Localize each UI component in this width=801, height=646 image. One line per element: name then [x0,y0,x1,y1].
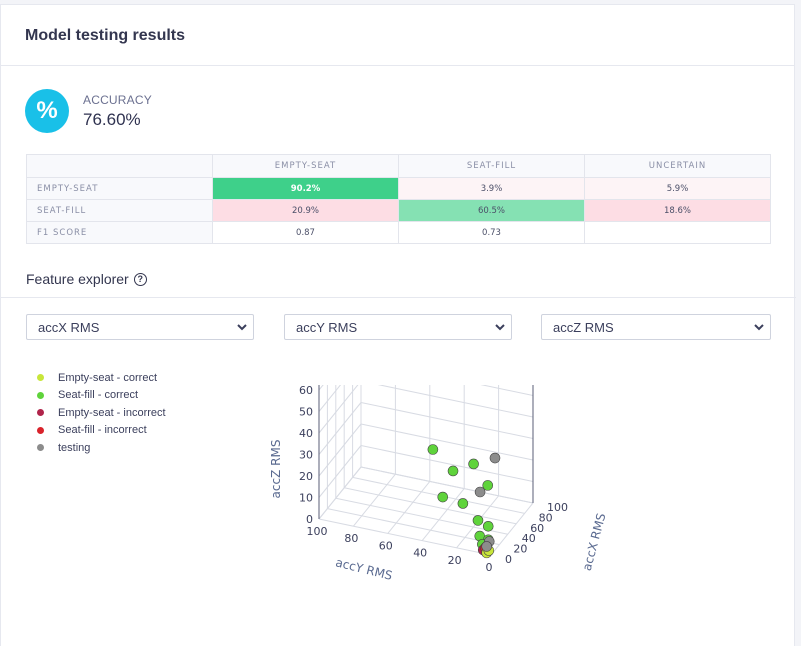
help-circle-icon[interactable]: ? [133,272,147,286]
data-point[interactable] [427,444,439,455]
data-point[interactable] [447,465,459,477]
tick-label: 100 [307,525,328,538]
legend-label: Seat-fill - incorrect [58,424,147,437]
table-row: F1 SCORE 0.87 0.73 [26,221,771,244]
x-axis-select[interactable]: accX RMS [26,314,254,340]
scatter-3d-plot[interactable]: 010203040506070100806040200020406080100 … [251,385,611,595]
accuracy-value: 76.60% [83,109,141,129]
data-point[interactable] [474,486,486,498]
legend-item[interactable]: Empty-seat - incorrect [37,404,166,422]
y-axis-title: accY RMS [334,555,394,583]
tick-label: 20 [299,470,313,483]
column-header: EMPTY-SEAT [212,154,399,178]
legend-marker [37,391,44,399]
f1-cell: 0.87 [212,221,399,244]
data-point[interactable] [437,491,449,503]
legend-label: Empty-seat - incorrect [58,406,166,419]
column-header: SEAT-FILL [398,154,585,178]
data-point[interactable] [457,498,469,509]
tick-label: 0 [486,561,493,574]
matrix-cell: 60.5% [398,199,585,222]
z-axis-select-value: accZ RMS [553,319,614,335]
y-axis-select[interactable]: accY RMS [284,314,512,340]
legend-marker [37,409,44,417]
tick-label: 50 [299,406,313,419]
legend-item[interactable]: testing [37,439,166,457]
matrix-cell: 20.9% [212,199,399,222]
tick-label: 60 [299,385,313,397]
grid-line [360,445,534,482]
data-point[interactable] [468,458,479,470]
table-row: EMPTY-SEAT 90.2% 3.9% 5.9% [26,177,771,200]
legend-label: Empty-seat - correct [58,371,158,384]
accuracy-label: ACCURACY [83,92,152,107]
data-point[interactable] [489,452,501,464]
tick-label: 10 [299,492,313,505]
legend-marker [37,426,44,434]
divider [1,297,796,298]
chevron-down-icon [754,324,764,331]
f1-cell [584,221,771,244]
row-header: EMPTY-SEAT [26,177,213,200]
data-point[interactable] [482,520,494,532]
grid-line [360,402,534,439]
legend-item[interactable]: Seat-fill - incorrect [37,422,166,440]
tick-label: 100 [547,501,568,514]
grid-line [318,423,362,477]
data-point[interactable] [481,541,492,552]
f1-cell: 0.73 [398,221,585,244]
feature-explorer-label: Feature explorer [26,271,129,287]
matrix-cell: 18.6% [584,199,771,222]
legend-item[interactable]: Empty-seat - correct [37,369,166,387]
plot-grid [318,385,534,556]
card-title: Model testing results [25,27,186,44]
legend-label: testing [58,441,91,454]
z-axis-select[interactable]: accZ RMS [541,314,771,340]
legend-marker [37,374,44,382]
plot-ticks: 010203040506070100806040200020406080100 [299,385,568,574]
grid-line [360,423,534,461]
x-axis-title: accX RMS [580,512,609,573]
z-axis-title: accZ RMS [269,440,283,499]
chevron-down-icon [495,324,505,331]
confusion-matrix: EMPTY-SEAT SEAT-FILL UNCERTAIN EMPTY-SEA… [26,154,771,244]
legend-marker [37,444,44,452]
table-row: SEAT-FILL 20.9% 60.5% 18.6% [26,199,771,222]
tick-label: 60 [379,539,393,552]
row-header: F1 SCORE [26,221,213,244]
tick-label: 30 [299,449,313,462]
y-axis-select-value: accY RMS [296,319,358,335]
column-header: UNCERTAIN [584,154,771,178]
grid-line [318,402,362,455]
x-axis-select-value: accX RMS [38,319,100,335]
corner-cell [26,154,213,178]
percent-icon: % [25,89,69,133]
accuracy-summary: % ACCURACY 76.60% [25,89,152,133]
matrix-cell: 5.9% [584,177,771,200]
data-point[interactable] [472,515,484,526]
tick-label: 40 [413,547,427,560]
grid-line [318,385,359,434]
card-header: Model testing results [1,5,794,66]
legend-label: Seat-fill - correct [58,389,139,402]
plot-legend: Empty-seat - correct Seat-fill - correct… [37,369,166,457]
model-testing-card: Model testing results % ACCURACY 76.60% … [0,4,796,646]
row-header: SEAT-FILL [26,199,213,222]
matrix-cell: 90.2% [212,177,399,200]
chevron-down-icon [237,324,247,331]
feature-explorer-title: Feature explorer ? [26,271,147,287]
tick-label: 40 [299,427,313,440]
tick-label: 20 [448,554,462,567]
tick-label: 80 [344,532,358,545]
legend-item[interactable]: Seat-fill - correct [37,387,166,405]
matrix-cell: 3.9% [398,177,585,200]
tick-label: 0 [505,553,512,566]
